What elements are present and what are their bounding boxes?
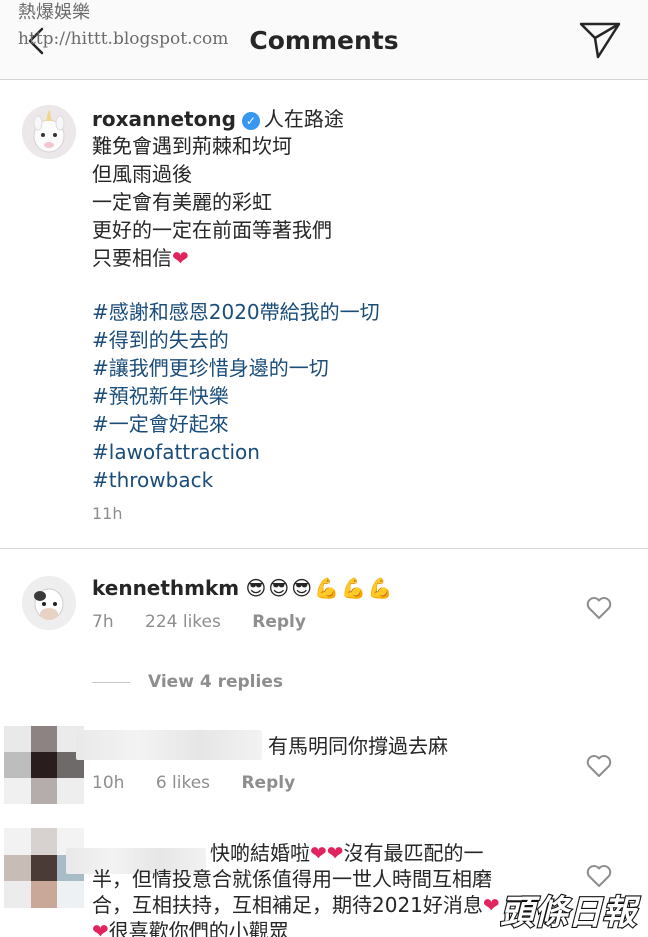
view-replies-label: View 4 replies [148,672,283,692]
logo-text: 頭條日報 [500,893,641,933]
comment-text: 😎😎😎💪💪💪 [245,576,395,600]
hashtag-link[interactable]: #throwback [92,466,380,494]
comment-text: 很喜歡你們的小觀眾 [108,919,289,937]
comment-line: 快啲結婚啦❤❤沒有最匹配的一 [92,840,532,866]
comment-text: 快啲結婚啦 [210,841,310,865]
heart-outline-icon[interactable] [586,754,612,778]
comment-header: kennethmkm 😎😎😎💪💪💪 [92,574,395,602]
watermark-url: http://hittt.blogspot.com [18,29,229,49]
comment-time: 7h [92,612,114,632]
red-heart-emoji-icon: ❤❤ [310,841,344,865]
caption-first-line: 人在路途 [263,107,344,131]
caption-line: 更好的一定在前面等著我們 [92,218,332,242]
avatar[interactable] [22,105,76,159]
post-timestamp: 11h [92,504,123,523]
hashtag-link[interactable]: #預祝新年快樂 [92,382,380,410]
heart-outline-icon[interactable] [586,864,612,888]
hashtag-link[interactable]: #得到的失去的 [92,326,380,354]
caption-line: 但風雨過後 [92,162,192,186]
reply-button[interactable]: Reply [241,773,295,793]
verified-badge-icon: ✓ [241,112,260,130]
comment-line: 合，互相扶持，互相補足，期待2021好消息❤ [92,892,532,918]
divider [92,681,130,683]
view-replies-button[interactable]: View 4 replies [92,672,283,692]
comment-text: 沒有最匹配的一 [343,841,484,865]
blurred-username [76,730,262,760]
comment-likes[interactable]: 6 likes [156,773,210,793]
comment-meta: 10h 6 likes Reply [92,773,321,793]
red-heart-emoji-icon: ❤ [92,919,109,937]
comment-text: 合，互相扶持，互相補足，期待2021好消息 [92,893,483,917]
heart-outline-icon[interactable] [586,596,612,620]
reply-button[interactable]: Reply [252,612,306,632]
post-username[interactable]: roxannetong [92,107,236,131]
red-heart-emoji-icon: ❤ [172,246,189,270]
paper-plane-icon[interactable] [578,20,622,60]
caption-line: 只要相信❤ [92,244,332,272]
divider [0,548,648,549]
watermark: 熱爆娛樂 http://hittt.blogspot.com [18,2,228,50]
caption-last-line: 只要相信 [92,246,172,270]
newspaper-logo: 頭條日報 [499,892,642,934]
comment-line: ❤很喜歡你們的小觀眾 [92,918,532,937]
comment-text: 有馬明同你撐過去麻 [268,734,448,758]
caption-header: roxannetong ✓ 人在路途 [92,106,344,132]
hashtag-link[interactable]: #lawofattraction [92,438,380,466]
hashtag-link[interactable]: #讓我們更珍惜身邊的一切 [92,354,380,382]
avatar[interactable] [22,576,76,630]
unicorn-avatar-icon [22,105,76,159]
comment-meta: 7h 224 likes Reply [92,612,332,632]
hashtag-link[interactable]: #感謝和感恩2020帶給我的一切 [92,298,380,326]
cow-avatar-icon [22,576,76,630]
comment-time: 10h [92,773,125,793]
caption-body: 難免會遇到荊棘和坎坷 但風雨過後 一定會有美麗的彩虹 更好的一定在前面等著我們 … [92,132,332,272]
comment-line: 半，但情投意合就係值得用一世人時間互相磨 [92,867,492,891]
comment-username[interactable]: kennethmkm [92,576,239,600]
hashtag-list: #感謝和感恩2020帶給我的一切 #得到的失去的 #讓我們更珍惜身邊的一切 #預… [92,298,380,494]
caption-line: 一定會有美麗的彩虹 [92,190,272,214]
watermark-name: 熱爆娛樂 [18,2,90,23]
hashtag-link[interactable]: #一定會好起來 [92,410,380,438]
caption-line: 難免會遇到荊棘和坎坷 [92,134,292,158]
blurred-avatar [4,726,84,804]
comment-likes[interactable]: 224 likes [145,612,221,632]
comment-body: 快啲結婚啦❤❤沒有最匹配的一 半，但情投意合就係值得用一世人時間互相磨 合，互相… [92,840,532,937]
